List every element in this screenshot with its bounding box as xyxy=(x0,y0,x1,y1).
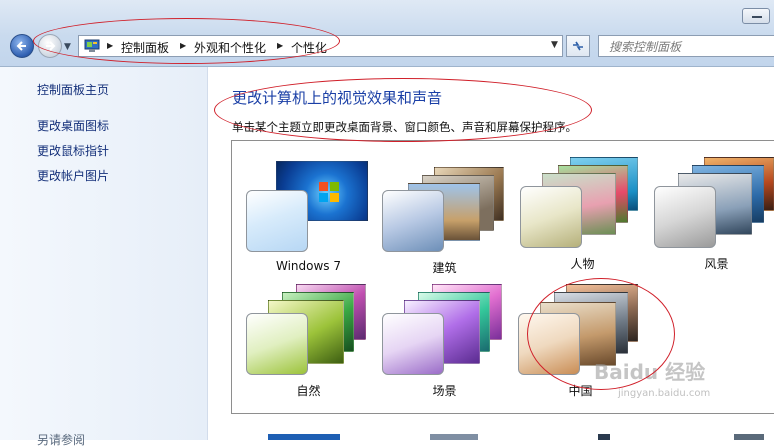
thumbnail-partial[interactable] xyxy=(430,434,478,440)
refresh-icon xyxy=(573,41,583,51)
search-input[interactable] xyxy=(607,37,771,57)
sidebar-link-desktop-icons[interactable]: 更改桌面图标 xyxy=(37,117,109,134)
theme-windows7[interactable]: Windows 7 xyxy=(246,161,371,281)
minimize-icon xyxy=(752,16,762,18)
breadcrumb-arrow-icon[interactable]: ▶ xyxy=(180,41,186,50)
thumbnail-partial[interactable] xyxy=(734,434,764,440)
breadcrumb-arrow-icon[interactable]: ▶ xyxy=(277,41,283,50)
refresh-button[interactable] xyxy=(566,35,590,57)
theme-people[interactable]: 人物 xyxy=(520,157,645,277)
forward-button[interactable] xyxy=(38,34,62,58)
theme-label: 风景 xyxy=(704,257,729,271)
thumbnail-partial[interactable] xyxy=(268,434,340,440)
watermark: Baidu 经验 xyxy=(594,360,706,384)
theme-preview xyxy=(246,161,371,252)
theme-scenes[interactable]: 场景 xyxy=(382,284,507,404)
address-dropdown-icon[interactable]: ▼ xyxy=(551,40,558,50)
theme-preview xyxy=(246,284,371,375)
theme-china[interactable]: 中国 xyxy=(518,284,643,404)
back-arrow-icon xyxy=(16,41,26,51)
theme-preview xyxy=(382,284,507,375)
forward-arrow-icon xyxy=(46,41,56,51)
theme-label: 自然 xyxy=(296,384,321,398)
recent-pages-dropdown[interactable]: ▼ xyxy=(64,42,71,52)
sidebar-link-account-picture[interactable]: 更改帐户图片 xyxy=(37,167,109,184)
theme-label: 建筑 xyxy=(432,261,457,275)
search-box[interactable] xyxy=(598,35,774,57)
sidebar-home-link[interactable]: 控制面板主页 xyxy=(37,81,109,98)
theme-landscapes[interactable]: 风景 xyxy=(654,157,774,277)
back-button[interactable] xyxy=(10,34,34,58)
page-subtitle: 单击某个主题立即更改桌面背景、窗口颜色、声音和屏幕保护程序。 xyxy=(232,120,577,134)
theme-architecture[interactable]: 建筑 xyxy=(382,161,507,281)
theme-label: Windows 7 xyxy=(275,259,341,273)
theme-preview xyxy=(382,161,507,252)
control-panel-icon xyxy=(84,39,100,52)
theme-preview xyxy=(520,157,645,248)
breadcrumb-control-panel[interactable]: 控制面板 xyxy=(121,39,169,56)
thumbnail-partial[interactable] xyxy=(598,434,610,440)
breadcrumb-appearance[interactable]: 外观和个性化 xyxy=(194,39,266,56)
page-title: 更改计算机上的视觉效果和声音 xyxy=(232,89,443,107)
theme-preview xyxy=(654,157,774,248)
sidebar-link-mouse-pointers[interactable]: 更改鼠标指针 xyxy=(37,142,109,159)
address-bar[interactable]: ▶ 控制面板 ▶ 外观和个性化 ▶ 个性化 ▼ xyxy=(78,35,563,57)
windows-logo-icon xyxy=(319,182,339,202)
theme-label: 人物 xyxy=(570,257,595,271)
sidebar: 控制面板主页 更改桌面图标 更改鼠标指针 更改帐户图片 另请参阅 xyxy=(0,67,208,447)
minimize-button[interactable] xyxy=(742,8,770,24)
watermark-url: jingyan.baidu.com xyxy=(618,388,711,399)
breadcrumb-personalization[interactable]: 个性化 xyxy=(291,39,327,56)
window-toolbar: ▼ ▶ 控制面板 ▶ 外观和个性化 ▶ 个性化 ▼ xyxy=(0,0,774,67)
theme-label: 场景 xyxy=(432,384,457,398)
theme-nature[interactable]: 自然 xyxy=(246,284,371,404)
breadcrumb-arrow-icon[interactable]: ▶ xyxy=(107,41,113,50)
